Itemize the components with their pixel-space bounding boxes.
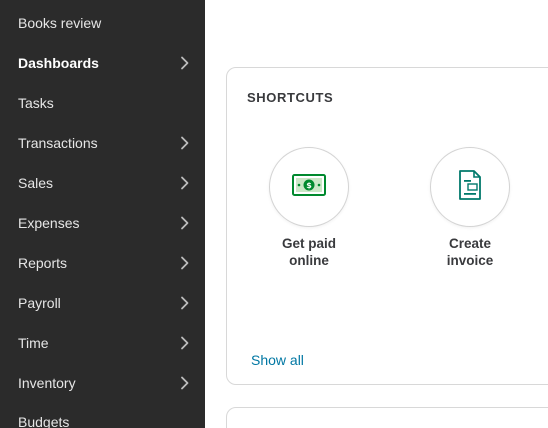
sidebar-item-budgets[interactable]: Budgets bbox=[0, 402, 205, 428]
chevron-right-icon bbox=[177, 295, 193, 311]
sidebar-item-expenses[interactable]: Expenses bbox=[0, 203, 205, 243]
sidebar-item-label: Transactions bbox=[18, 135, 98, 151]
chevron-right-icon bbox=[177, 135, 193, 151]
sidebar-item-label: Inventory bbox=[18, 375, 76, 391]
sidebar-item-label: Time bbox=[18, 335, 49, 351]
chevron-right-icon bbox=[177, 175, 193, 191]
sidebar-item-label: Books review bbox=[18, 15, 102, 31]
sidebar-item-payroll[interactable]: Payroll bbox=[0, 283, 205, 323]
sidebar-item-dashboards[interactable]: Dashboards bbox=[0, 43, 205, 83]
svg-text:$: $ bbox=[306, 181, 312, 190]
sidebar-item-label: Budgets bbox=[18, 414, 70, 428]
sidebar-item-transactions[interactable]: Transactions bbox=[0, 123, 205, 163]
chevron-right-icon bbox=[177, 375, 193, 391]
chevron-right-icon bbox=[177, 255, 193, 271]
sidebar-item-label: Tasks bbox=[18, 95, 54, 111]
sidebar-item-books-review[interactable]: Books review bbox=[0, 3, 205, 43]
sidebar-item-label: Dashboards bbox=[18, 55, 99, 71]
sidebar: Books review Dashboards Tasks Transactio… bbox=[0, 0, 205, 428]
sidebar-item-inventory[interactable]: Inventory bbox=[0, 363, 205, 403]
sidebar-item-sales[interactable]: Sales bbox=[0, 163, 205, 203]
shortcut-circle: $ bbox=[269, 147, 349, 227]
sidebar-item-label: Sales bbox=[18, 175, 54, 191]
sidebar-item-label: Expenses bbox=[18, 215, 80, 231]
shortcuts-title: SHORTCUTS bbox=[247, 90, 334, 105]
create-invoice-shortcut[interactable]: Create invoice bbox=[415, 147, 525, 269]
sidebar-item-time[interactable]: Time bbox=[0, 323, 205, 363]
shortcuts-card: SHORTCUTS $ Get paid online Create invoi… bbox=[226, 67, 548, 385]
show-all-link[interactable]: Show all bbox=[251, 352, 304, 368]
shortcut-label: Get paid online bbox=[281, 236, 336, 268]
sidebar-item-reports[interactable]: Reports bbox=[0, 243, 205, 283]
invoice-icon bbox=[458, 169, 482, 205]
sidebar-item-label: Reports bbox=[18, 255, 68, 271]
chevron-right-icon bbox=[177, 55, 193, 71]
get-paid-online-shortcut[interactable]: $ Get paid online bbox=[254, 147, 364, 269]
money-bill-icon: $ bbox=[292, 173, 326, 201]
next-card bbox=[226, 407, 548, 428]
chevron-right-icon bbox=[177, 335, 193, 351]
shortcut-label: Create invoice bbox=[446, 236, 494, 268]
shortcut-circle bbox=[430, 147, 510, 227]
sidebar-item-label: Payroll bbox=[18, 295, 61, 311]
chevron-right-icon bbox=[177, 215, 193, 231]
app-window: Books review Dashboards Tasks Transactio… bbox=[0, 0, 548, 428]
sidebar-item-tasks[interactable]: Tasks bbox=[0, 83, 205, 123]
main-content: SHORTCUTS $ Get paid online Create invoi… bbox=[205, 0, 548, 428]
